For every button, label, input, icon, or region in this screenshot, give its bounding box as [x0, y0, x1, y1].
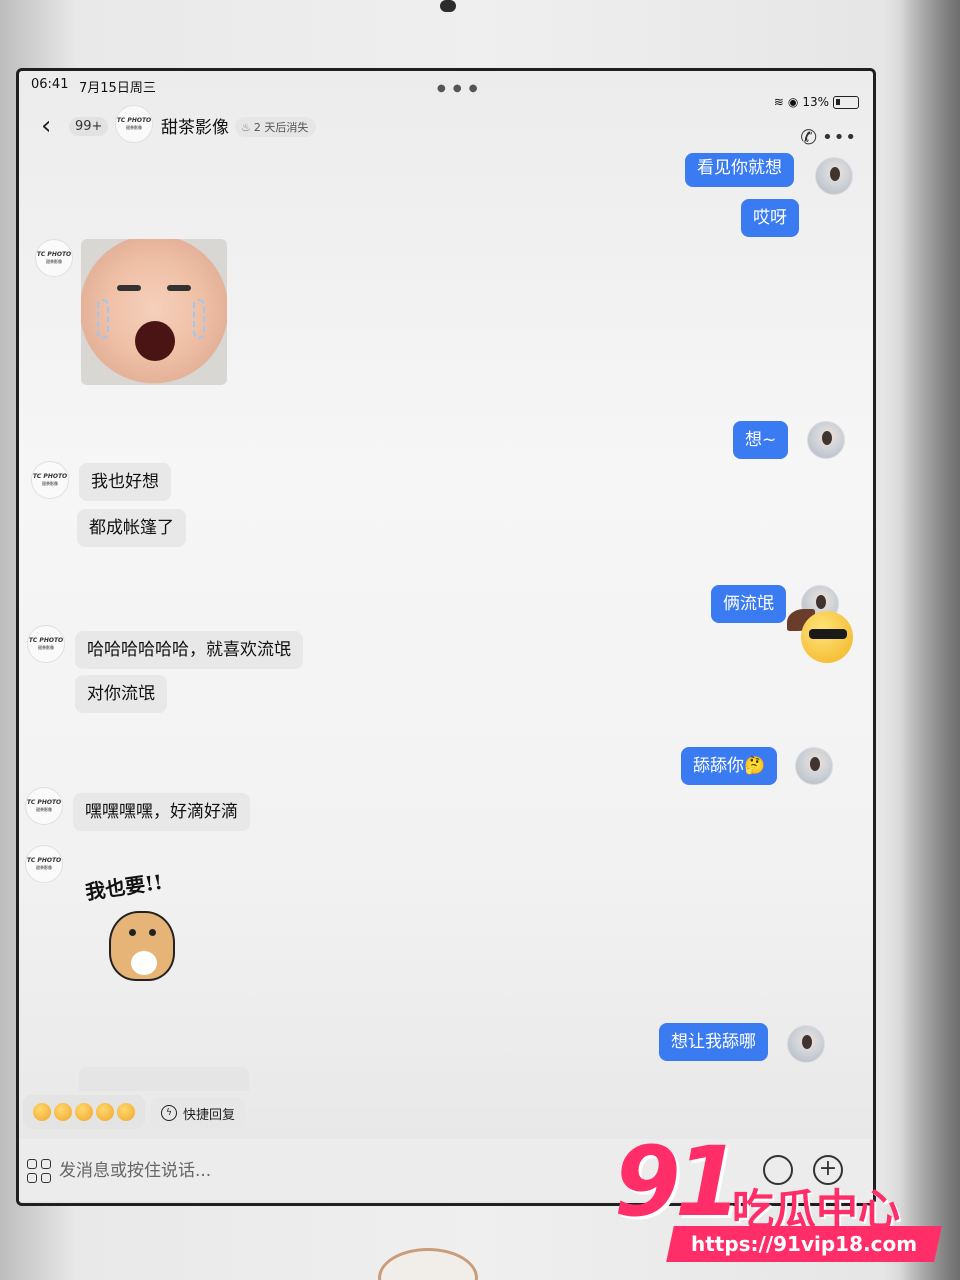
emoji-icon[interactable]	[54, 1103, 72, 1121]
outgoing-message[interactable]: 想~	[733, 421, 789, 459]
sticker-glasses	[809, 629, 847, 639]
emoji-icon[interactable]	[75, 1103, 93, 1121]
status-time: 06:41	[31, 77, 69, 92]
avatar-logo-sub: 甜茶影像	[126, 125, 142, 130]
crying-baby-image[interactable]	[81, 239, 227, 385]
image-mouth	[135, 321, 175, 361]
my-avatar[interactable]	[787, 1025, 825, 1063]
partially-hidden-message	[79, 1067, 249, 1091]
avatar-logo-sub: 甜茶影像	[42, 481, 58, 486]
outgoing-message[interactable]: 想让我舔哪	[659, 1023, 768, 1061]
contact-avatar[interactable]: TC PHOTO 甜茶影像	[115, 105, 153, 143]
outgoing-message[interactable]: 看见你就想	[685, 153, 794, 187]
avatar-logo-sub: 甜茶影像	[46, 259, 62, 264]
back-icon[interactable]: ‹	[41, 111, 51, 141]
emoji-icon[interactable]	[96, 1103, 114, 1121]
devil-emoji-sticker[interactable]	[787, 601, 857, 671]
avatar-logo-text: TC PHOTO	[36, 251, 72, 258]
incoming-message[interactable]: 嘿嘿嘿嘿，好滴好滴	[73, 793, 250, 831]
avatar-logo-sub: 甜茶影像	[36, 865, 52, 870]
watermark-number: 91	[614, 1126, 742, 1238]
sticker-cat-eye	[149, 929, 156, 936]
contact-avatar-small[interactable]: TC PHOTO 甜茶影像	[25, 845, 63, 883]
quick-reply-bar: ϟ 快捷回复	[19, 1093, 873, 1135]
sticker-caption: 我也要!!	[83, 869, 165, 905]
my-avatar[interactable]	[815, 157, 853, 195]
avatar-logo-text: TC PHOTO	[116, 117, 152, 124]
outgoing-message[interactable]: 哎呀	[741, 199, 799, 237]
unread-count-badge[interactable]: 99+	[69, 117, 109, 136]
apps-grid-icon[interactable]	[27, 1159, 51, 1183]
quick-reply-button[interactable]: ϟ 快捷回复	[151, 1097, 246, 1129]
disappear-label: 2 天后消失	[253, 121, 309, 134]
watermark-url-banner: https://91vip18.com	[666, 1226, 942, 1262]
sticker-cat-eye	[129, 929, 136, 936]
incoming-message[interactable]: 我也好想	[79, 463, 171, 501]
tablet-frame: 06:41 7月15日周三 ● ● ● ≋ ◉ 13% ‹ 99+ TC PHO…	[0, 0, 960, 1280]
chat-header: ‹ 99+ TC PHOTO 甜茶影像 甜茶影像 ♨ 2 天后消失 ✆ •••	[19, 101, 873, 157]
message-input[interactable]	[59, 1155, 639, 1187]
sticker-cat-belly	[131, 951, 157, 975]
cat-sticker[interactable]: 我也要!!	[84, 870, 195, 991]
avatar-logo-sub: 甜茶影像	[38, 645, 54, 650]
sticker-cat-body	[109, 911, 175, 981]
image-tear	[97, 299, 109, 339]
bolt-icon: ϟ	[161, 1105, 177, 1121]
avatar-logo-text: TC PHOTO	[32, 473, 68, 480]
disappear-timer-badge[interactable]: ♨ 2 天后消失	[235, 117, 317, 137]
my-avatar[interactable]	[795, 747, 833, 785]
quick-reply-label: 快捷回复	[183, 1107, 236, 1123]
avatar-logo-text: TC PHOTO	[28, 637, 64, 644]
flame-icon: ♨	[241, 121, 251, 134]
camera-dot	[440, 0, 456, 12]
image-eye	[167, 285, 191, 291]
incoming-message[interactable]: 哈哈哈哈哈哈，就喜欢流氓	[75, 631, 303, 669]
my-avatar[interactable]	[807, 421, 845, 459]
avatar-logo-text: TC PHOTO	[26, 857, 62, 864]
contact-avatar-small[interactable]: TC PHOTO 甜茶影像	[35, 239, 73, 277]
quick-emoji-row[interactable]	[23, 1095, 145, 1129]
contact-name[interactable]: 甜茶影像	[161, 113, 229, 138]
outgoing-message[interactable]: 俩流氓	[711, 585, 786, 623]
avatar-logo-text: TC PHOTO	[26, 799, 62, 806]
status-date: 7月15日周三	[79, 81, 156, 96]
contact-avatar-small[interactable]: TC PHOTO 甜茶影像	[27, 625, 65, 663]
contact-avatar-small[interactable]: TC PHOTO 甜茶影像	[31, 461, 69, 499]
home-button	[378, 1248, 478, 1280]
emoji-icon[interactable]	[33, 1103, 51, 1121]
multitask-dots-icon[interactable]: ● ● ●	[437, 83, 480, 94]
phone-icon[interactable]: ✆	[800, 125, 817, 149]
incoming-message[interactable]: 都成帐篷了	[77, 509, 186, 547]
emoji-icon[interactable]	[117, 1103, 135, 1121]
watermark-logo: 91 吃瓜中心 https://91vip18.com	[608, 1134, 948, 1264]
outgoing-message[interactable]: 舔舔你🤔	[681, 747, 778, 785]
avatar-logo-sub: 甜茶影像	[36, 807, 52, 812]
chat-screen: 06:41 7月15日周三 ● ● ● ≋ ◉ 13% ‹ 99+ TC PHO…	[16, 68, 876, 1206]
image-tear	[193, 299, 205, 339]
more-options-icon[interactable]: •••	[822, 127, 857, 148]
image-eye	[117, 285, 141, 291]
edge-shadow	[900, 0, 960, 1280]
status-bar: 06:41 7月15日周三 ● ● ● ≋ ◉ 13%	[19, 71, 873, 109]
watermark-url: https://91vip18.com	[690, 1232, 918, 1256]
contact-avatar-small[interactable]: TC PHOTO 甜茶影像	[25, 787, 63, 825]
incoming-message[interactable]: 对你流氓	[75, 675, 167, 713]
